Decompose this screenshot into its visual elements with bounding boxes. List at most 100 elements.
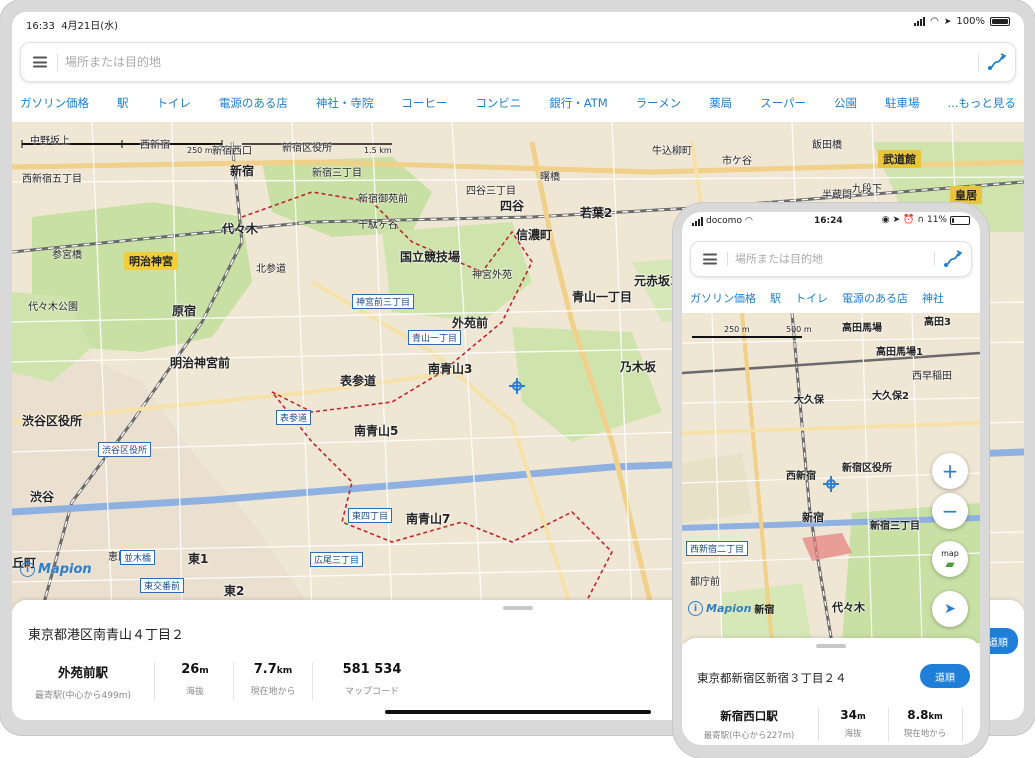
stat-mapcode: 581 534 マップコード [322,662,422,697]
phone-status-bar: docomo ◠ 16:24 ◉ ➤ ⏰ ∩ 11% [682,212,980,232]
map-label: 神宮外苑 [472,270,512,281]
sheet-handle[interactable] [816,644,846,648]
route-icon[interactable] [943,249,963,269]
map-badge-budokan[interactable]: 武道館 [878,150,921,168]
stat-label: 最寄駅(中心から227m) [703,731,795,741]
map-view[interactable]: 250 m 500 m 高田馬場 高田3 高田馬場1 西早稲田 大久保 大久保2… [682,313,980,643]
map-label: 大久保 [794,395,824,406]
stat-label: 現在地から [250,687,296,697]
map-label: 新宿御苑前 [358,194,408,205]
map-label: 新宿 [230,164,255,178]
category-chip[interactable]: ラーメン [636,95,682,111]
home-indicator[interactable] [385,710,651,714]
route-icon[interactable] [987,52,1007,72]
map-label: 代々木 [832,601,865,614]
category-chip[interactable]: 公園 [834,95,857,111]
mapion-logo[interactable]: i Mapion 新宿 [688,601,774,616]
route-button[interactable]: 道順 [920,664,970,688]
stat-distance: 7.7km 現在地から [240,662,306,697]
map-label: 四谷三丁目 [466,186,516,197]
station-tag[interactable]: 渋谷区役所 [98,442,152,457]
map-layers-button[interactable]: map ▰ [932,541,968,577]
search-bar[interactable] [20,42,1016,82]
stat-label: 海抜 [844,729,862,739]
scale-label: 250 m [187,146,213,155]
stat-unit: km [276,666,293,676]
divider [233,662,234,700]
category-chip[interactable]: 駐車場 [885,95,920,111]
station-tag[interactable]: 神宮前三丁目 [352,294,415,309]
category-chip[interactable]: 駅 [770,290,781,306]
map-label: 渋谷 [30,490,55,504]
category-chip[interactable]: 電源のある店 [842,290,908,306]
map-badge-koukyo[interactable]: 皇居 [950,186,982,204]
locate-me-button[interactable]: ➤ [932,591,968,627]
wifi-icon: ◠ [744,216,753,226]
search-bar[interactable] [690,241,972,277]
category-chip[interactable]: 神社・寺院 [316,95,374,111]
map-label: 北参道 [256,264,286,275]
category-chip[interactable]: ...もっと見る [947,95,1015,111]
status-left: docomo ◠ [692,216,753,226]
map-label: 高田馬場1 [876,347,923,358]
map-label: 新宿西口 [212,146,252,157]
category-chip[interactable]: コンビニ [475,95,521,111]
station-tag[interactable]: 青山一丁目 [408,330,462,345]
map-label: 新宿 [802,511,824,524]
map-badge-meiji-jingu[interactable]: 明治神宮 [124,252,178,270]
zoom-in-button[interactable]: + [932,453,968,489]
divider [934,252,935,266]
divider [727,252,728,266]
category-chip[interactable]: 銀行・ATM [549,95,607,111]
search-input[interactable] [65,55,662,69]
stat-label: マップコード [344,687,399,697]
search-input[interactable] [735,252,903,266]
category-chip[interactable]: 駅 [117,95,129,111]
status-right: ◠ ➤ 100% [914,16,1010,27]
map-label: 国立競技場 [400,250,461,264]
carrier-name: docomo [706,216,742,226]
category-chip[interactable]: トイレ [795,290,828,306]
map-label: 西早稲田 [912,371,952,382]
divider [818,708,819,742]
station-tag[interactable]: 表参道 [276,410,312,425]
battery-percent: 100% [956,16,985,27]
info-sheet[interactable]: 東京都新宿区新宿３丁目２４ 道順 新宿西口駅 最寄駅(中心から227m) 34m… [682,638,980,745]
map-label: 東1 [188,552,209,566]
category-chip[interactable]: 神社 [922,290,944,306]
map-label: 大久保2 [872,391,909,402]
category-chip[interactable]: ガソリン価格 [690,290,756,306]
station-tag[interactable]: 広尾三丁目 [310,552,364,567]
menu-icon[interactable] [33,56,47,68]
category-chip[interactable]: 電源のある店 [219,95,288,111]
map-label: 千駄ヶ谷 [358,220,398,231]
headphones-icon: ∩ [917,215,924,225]
stat-value: 26 [181,662,200,677]
map-label: 新宿区役所 [282,143,332,154]
category-chip[interactable]: ガソリン価格 [20,95,89,111]
map-label: 新宿区役所 [842,463,892,474]
info-icon[interactable]: i [688,601,703,616]
info-icon[interactable]: i [20,562,35,577]
divider [978,53,979,71]
status-time: 16:33 4月21日(水) [26,21,119,32]
sheet-handle[interactable] [503,606,533,610]
zoom-out-button[interactable]: − [932,493,968,529]
menu-icon[interactable] [703,253,717,265]
station-tag[interactable]: 並木橋 [120,550,156,565]
station-tag[interactable]: 西新宿二丁目 [686,541,749,556]
category-chip[interactable]: スーパー [760,95,806,111]
category-chip[interactable]: トイレ [156,95,191,111]
category-chip[interactable]: コーヒー [401,95,447,111]
stat-label: 最寄駅(中心から499m) [35,691,131,701]
map-label: 都庁前 [690,577,720,588]
station-tag[interactable]: 東四丁目 [348,508,393,523]
map-label: 渋谷区役所 [22,414,83,428]
category-chip[interactable]: 薬局 [709,95,732,111]
mapion-logo[interactable]: i Mapion [20,562,92,577]
scale-label: 500 m [786,325,812,334]
map-label: 外苑前 [452,316,489,330]
map-label: 新宿 [754,605,775,616]
station-tag[interactable]: 東交番前 [140,578,185,593]
phone-device: docomo ◠ 16:24 ◉ ➤ ⏰ ∩ 11% ガソリン価格駅トイレ電源の… [673,203,989,758]
